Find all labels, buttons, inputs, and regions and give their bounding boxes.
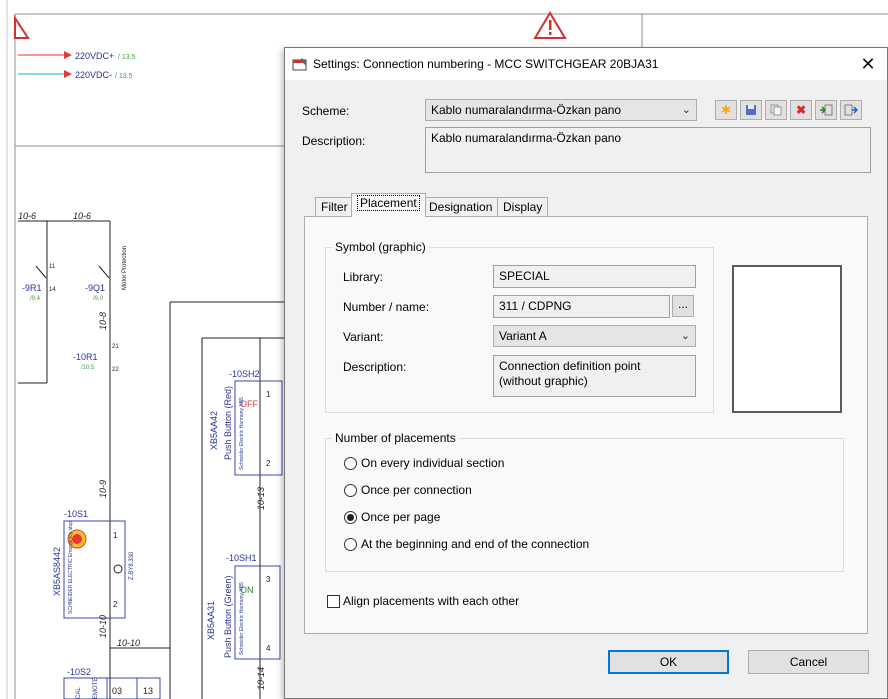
device-tag: -10S2 <box>67 667 91 677</box>
save-icon[interactable] <box>740 100 762 120</box>
vertical-text: Schneider Electric Harmony XB5 <box>239 397 245 470</box>
vertical-text: Push Button (Red) <box>223 386 233 460</box>
terminal: 22 <box>112 367 119 373</box>
title-bar[interactable]: Settings: Connection numbering - MCC SWI… <box>285 48 887 80</box>
terminal: 13 <box>143 686 153 696</box>
tab-designation[interactable]: Designation <box>423 197 499 218</box>
symbol-description-line: (without graphic) <box>499 374 588 388</box>
device-tag: -10R1 <box>73 352 98 362</box>
vertical-text: XB5AA42 <box>209 411 219 450</box>
tab-placement[interactable]: Placement <box>351 193 426 217</box>
wire-label: 220VDC- <box>75 70 112 80</box>
delete-icon[interactable]: ✖ <box>790 100 812 120</box>
vertical-text: Motor Protection <box>122 246 128 290</box>
net-label: 10-10 <box>117 638 140 648</box>
device-tag: -10S1 <box>64 509 88 519</box>
chevron-down-icon: ⌄ <box>680 330 690 342</box>
description-field[interactable]: Kablo numaralandırma-Özkan pano <box>425 127 871 173</box>
vertical-text: XB5AS8442 <box>52 547 62 596</box>
terminal: 4 <box>266 644 271 653</box>
net-label: 10-6 <box>18 211 36 221</box>
wire-ref: / 13.5 <box>115 73 133 80</box>
radio-label: At the beginning and end of the connecti… <box>361 537 590 551</box>
variant-label: Variant: <box>343 330 384 344</box>
ok-button[interactable]: OK <box>608 650 729 674</box>
vertical-text: Z.BY8.330 <box>129 551 135 580</box>
wire-label: 220VDC+ <box>75 51 114 61</box>
import-icon[interactable] <box>815 100 837 120</box>
variant-select[interactable]: Variant A ⌄ <box>493 325 696 347</box>
browse-button[interactable]: ... <box>672 295 694 317</box>
radio-indicator <box>344 484 357 497</box>
net-label: 10-10 <box>98 615 108 638</box>
placement-panel: Symbol (graphic) Library: SPECIAL Number… <box>304 216 868 634</box>
tab-display[interactable]: Display <box>497 197 549 218</box>
terminal: 2 <box>113 600 118 609</box>
terminal: 1 <box>113 531 118 540</box>
radio-label: Once per connection <box>361 483 472 497</box>
copy-icon[interactable] <box>765 100 787 120</box>
symbol-description-field[interactable]: Connection definition point (without gra… <box>493 355 696 397</box>
dialog-title: Settings: Connection numbering - MCC SWI… <box>313 57 659 71</box>
placements-group: Number of placements On every individual… <box>325 431 844 572</box>
symbol-group: Symbol (graphic) Library: SPECIAL Number… <box>325 240 714 413</box>
device-tag: -9R1 <box>22 283 42 293</box>
symbol-description-line: Connection definition point <box>499 359 641 373</box>
library-field[interactable]: SPECIAL <box>493 265 696 288</box>
placements-group-title: Number of placements <box>332 431 459 445</box>
symbol-group-title: Symbol (graphic) <box>332 240 429 254</box>
scheme-value: Kablo numaralandırma-Özkan pano <box>431 103 622 117</box>
variant-value: Variant A <box>499 329 547 343</box>
net-label: 10-9 <box>98 480 108 498</box>
align-placements-checkbox[interactable] <box>327 595 340 608</box>
vertical-text: XB5AA31 <box>206 601 216 640</box>
export-icon[interactable] <box>840 100 862 120</box>
terminal: 2 <box>266 459 271 468</box>
terminal: 1 <box>266 390 271 399</box>
vertical-text: EMOTE <box>93 678 99 699</box>
settings-app-icon <box>292 58 307 71</box>
cancel-button[interactable]: Cancel <box>748 650 869 674</box>
number-name-label: Number / name: <box>343 300 430 314</box>
scheme-select[interactable]: Kablo numaralandırma-Özkan pano ⌄ <box>425 99 697 121</box>
device-ref: /9.0 <box>93 296 104 302</box>
scheme-label: Scheme: <box>302 104 350 118</box>
new-icon[interactable]: ✱ <box>715 100 737 120</box>
radio-indicator <box>344 511 357 524</box>
radio-indicator <box>344 457 357 470</box>
settings-dialog: Settings: Connection numbering - MCC SWI… <box>284 47 888 699</box>
device-tag: -10SH1 <box>226 553 257 563</box>
symbol-preview <box>732 265 842 413</box>
device-ref: /9.4 <box>30 296 41 302</box>
radio-label: On every individual section <box>361 456 505 470</box>
align-placements-label[interactable]: Align placements with each other <box>343 594 519 608</box>
library-label: Library: <box>343 270 384 284</box>
vertical-text: CAL <box>76 687 82 699</box>
terminal: 03 <box>112 686 122 696</box>
vertical-text: SCHNEIDER ELECTRIC Emergency stop <box>68 521 74 614</box>
tab-placement-label: Placement <box>357 195 420 211</box>
net-label: 10-8 <box>98 312 108 330</box>
number-name-field[interactable]: 311 / CDPNG <box>493 295 670 318</box>
net-label: 10-14 <box>256 667 266 690</box>
vertical-text: Schneider Electric Harmony XB5 <box>239 582 245 655</box>
terminal: 11 <box>49 264 56 270</box>
net-label: 10-13 <box>256 487 266 510</box>
symbol-description-label: Description: <box>343 360 407 374</box>
device-ref: /10.5 <box>81 365 95 371</box>
chevron-down-icon: ⌄ <box>681 104 691 116</box>
description-label: Description: <box>302 134 366 148</box>
net-label: 10-6 <box>73 211 91 221</box>
terminal: 3 <box>266 575 271 584</box>
device-tag: -9Q1 <box>85 283 105 293</box>
wire-ref: / 13.5 <box>118 54 136 61</box>
terminal: 21 <box>112 344 119 350</box>
terminal: 14 <box>49 287 56 293</box>
radio-indicator <box>344 538 357 551</box>
tab-filter[interactable]: Filter <box>315 197 354 218</box>
device-tag: -10SH2 <box>229 369 260 379</box>
radio-label: Once per page <box>361 510 441 524</box>
vertical-text: Push Button (Green) <box>223 575 233 658</box>
close-icon[interactable]: ✕ <box>857 54 879 74</box>
